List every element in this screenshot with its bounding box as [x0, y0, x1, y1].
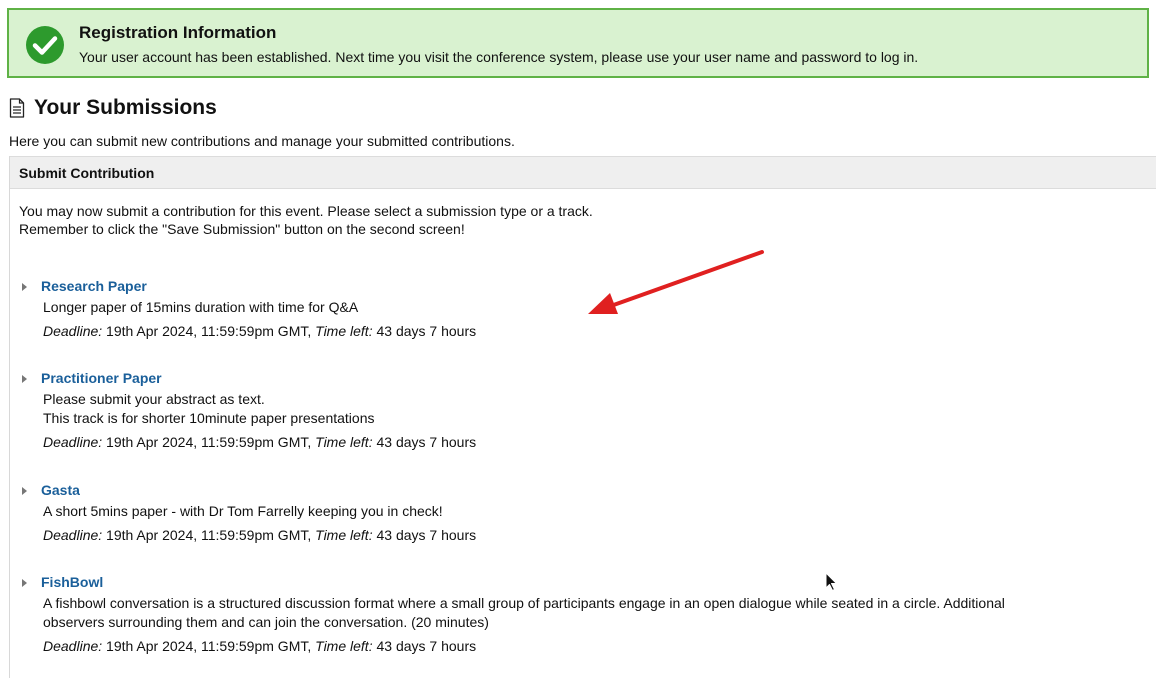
annotation-arrow-icon	[588, 250, 764, 314]
track-deadline: Deadline: 19th Apr 2024, 11:59:59pm GMT,…	[43, 434, 477, 450]
check-circle-icon	[26, 26, 64, 64]
panel-header-title: Submit Contribution	[19, 165, 155, 181]
track-deadline: Deadline: 19th Apr 2024, 11:59:59pm GMT,…	[43, 638, 477, 654]
registration-banner: Registration Information Your user accou…	[7, 8, 1149, 78]
panel-header: Submit Contribution	[10, 156, 1156, 189]
track-description: Please submit your abstract as text.	[43, 391, 265, 407]
track-deadline: Deadline: 19th Apr 2024, 11:59:59pm GMT,…	[43, 527, 477, 543]
track-link-gasta[interactable]: Gasta	[41, 482, 80, 498]
page-title: Your Submissions	[9, 96, 217, 120]
track-link-fishbowl[interactable]: FishBowl	[41, 574, 103, 590]
document-icon	[9, 98, 25, 118]
banner-message: Your user account has been established. …	[79, 49, 919, 65]
track-description: A fishbowl conversation is a structured …	[43, 595, 1005, 611]
panel-intro-line: Remember to click the "Save Submission" …	[19, 221, 465, 237]
expand-triangle-icon[interactable]	[22, 487, 27, 495]
banner-title: Registration Information	[79, 23, 277, 42]
panel-intro: You may now submit a contribution for th…	[19, 202, 593, 238]
track-link-practitioner-paper[interactable]: Practitioner Paper	[41, 370, 162, 386]
page-title-text: Your Submissions	[34, 96, 217, 119]
track-description: A short 5mins paper - with Dr Tom Farrel…	[43, 503, 443, 519]
track-link-research-paper[interactable]: Research Paper	[41, 278, 147, 294]
expand-triangle-icon[interactable]	[22, 283, 27, 291]
panel-intro-line: You may now submit a contribution for th…	[19, 203, 593, 219]
page: Registration Information Your user accou…	[0, 0, 1156, 678]
track-description: This track is for shorter 10minute paper…	[43, 410, 375, 426]
track-description: Longer paper of 15mins duration with tim…	[43, 299, 359, 315]
submissions-intro: Here you can submit new contributions an…	[9, 133, 515, 149]
submit-contribution-panel: Submit Contribution You may now submit a…	[9, 156, 1156, 678]
track-deadline: Deadline: 19th Apr 2024, 11:59:59pm GMT,…	[43, 323, 477, 339]
track-description: observers surrounding them and can join …	[43, 614, 489, 630]
expand-triangle-icon[interactable]	[22, 579, 27, 587]
mouse-cursor-icon	[825, 572, 837, 591]
expand-triangle-icon[interactable]	[22, 375, 27, 383]
